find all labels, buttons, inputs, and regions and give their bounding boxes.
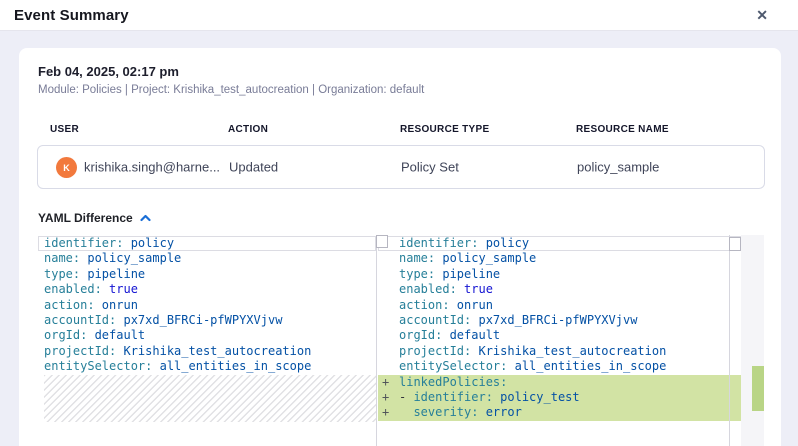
yaml-difference-toggle[interactable]: YAML Difference	[38, 211, 781, 225]
column-header-resource-type: RESOURCE TYPE	[400, 124, 489, 135]
page-title: Event Summary	[14, 7, 129, 24]
diff-overview-ruler[interactable]	[741, 235, 764, 446]
code-line: orgId: default	[38, 328, 376, 343]
table-row[interactable]: K krishika.singh@harne... Updated Policy…	[37, 145, 765, 189]
code-line: accountId: px7xd_BFRCi-pfWPYXVjvw	[378, 313, 741, 328]
column-header-resource-name: RESOURCE NAME	[576, 124, 669, 135]
yaml-diff-editor: identifier: policyname: policy_sampletyp…	[38, 235, 764, 446]
diff-modified-pane[interactable]: identifier: policyname: policy_sampletyp…	[378, 235, 741, 446]
removed-filler-hatch	[44, 375, 376, 422]
code-line: accountId: px7xd_BFRCi-pfWPYXVjvw	[38, 313, 376, 328]
close-icon[interactable]: ✕	[756, 8, 768, 22]
yaml-difference-label: YAML Difference	[38, 211, 133, 225]
code-line: projectId: Krishika_test_autocreation	[38, 344, 376, 359]
dialog-header: Event Summary ✕	[0, 0, 798, 31]
code-line: action: onrun	[38, 298, 376, 313]
code-line: name: policy_sample	[38, 251, 376, 266]
column-header-user: USER	[50, 124, 79, 135]
code-line: +linkedPolicies:	[378, 375, 741, 390]
original-scrollbar[interactable]	[376, 235, 388, 248]
code-line: enabled: true	[38, 282, 376, 297]
diff-original-pane[interactable]: identifier: policyname: policy_sampletyp…	[38, 235, 377, 446]
code-line: name: policy_sample	[378, 251, 741, 266]
resource-name-value: policy_sample	[577, 160, 659, 175]
code-line: enabled: true	[378, 282, 741, 297]
event-summary-card: Feb 04, 2025, 02:17 pm Module: Policies …	[19, 48, 781, 446]
code-line: projectId: Krishika_test_autocreation	[378, 344, 741, 359]
code-line: type: pipeline	[378, 267, 741, 282]
code-line: action: onrun	[378, 298, 741, 313]
code-line: identifier: policy	[378, 236, 741, 251]
code-line: +- identifier: policy_test	[378, 390, 741, 405]
avatar: K	[56, 157, 77, 178]
code-line: orgId: default	[378, 328, 741, 343]
action-value: Updated	[229, 160, 278, 175]
column-header-action: ACTION	[228, 124, 268, 135]
code-line: identifier: policy	[38, 236, 376, 251]
code-line: entitySelector: all_entities_in_scope	[38, 359, 376, 374]
added-lines-marker	[752, 366, 764, 411]
resource-type-value: Policy Set	[401, 160, 459, 175]
user-email: krishika.singh@harne...	[84, 160, 220, 175]
event-date: Feb 04, 2025, 02:17 pm	[38, 64, 781, 79]
code-line: entitySelector: all_entities_in_scope	[378, 359, 741, 374]
modified-scrollbar[interactable]	[729, 237, 741, 251]
chevron-up-icon[interactable]	[140, 214, 151, 222]
code-line: type: pipeline	[38, 267, 376, 282]
editor-divider	[729, 235, 730, 446]
event-meta: Module: Policies | Project: Krishika_tes…	[38, 84, 781, 96]
code-line: + severity: error	[378, 405, 741, 420]
table-header-row: USER ACTION RESOURCE TYPE RESOURCE NAME	[37, 124, 765, 136]
